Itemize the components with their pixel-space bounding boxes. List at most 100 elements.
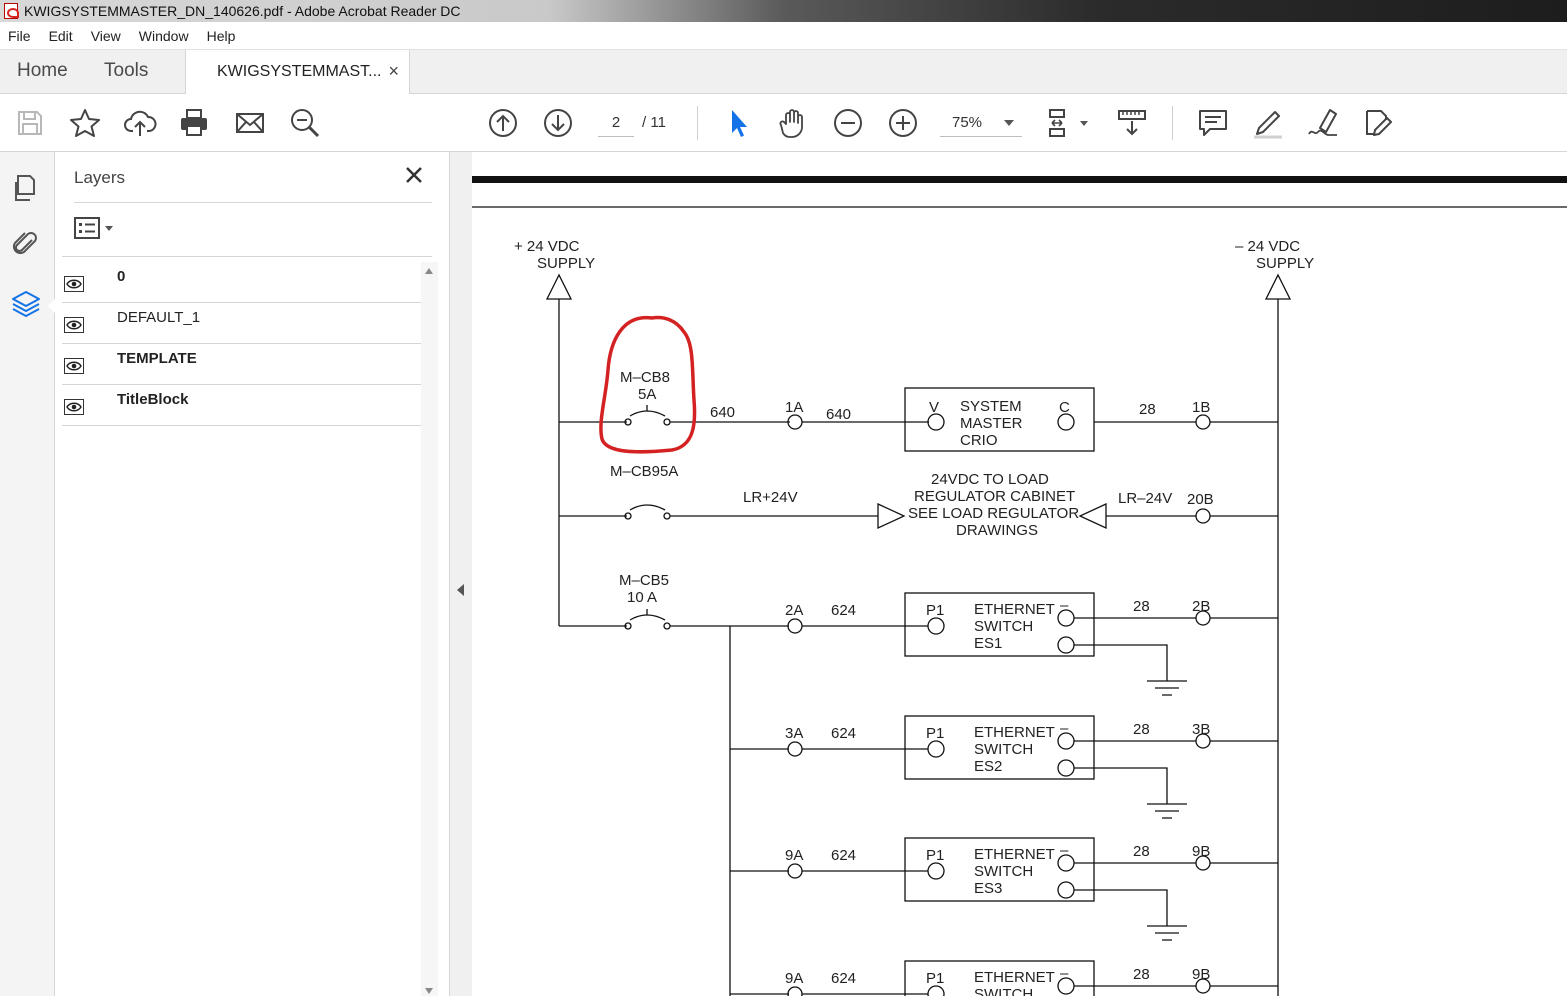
terminal-label: 9A <box>785 847 803 864</box>
menu-file[interactable]: File <box>8 28 31 44</box>
ground-symbol <box>1074 644 1187 696</box>
chevron-down-icon <box>1004 120 1014 126</box>
tab-tools[interactable]: Tools <box>104 50 148 94</box>
menu-window[interactable]: Window <box>139 28 189 44</box>
terminal-label: 9B <box>1192 966 1210 983</box>
zoom-select[interactable]: 75% <box>940 109 1022 137</box>
load-regulator-label: 24VDC TO LOAD <box>931 471 1049 488</box>
terminal <box>787 618 803 634</box>
ground-symbol <box>1074 889 1187 941</box>
sign-pen-icon[interactable] <box>1306 106 1340 140</box>
eye-visibility-icon[interactable] <box>64 399 84 415</box>
page-number-input[interactable] <box>598 109 634 137</box>
layer-list-scrollbar[interactable] <box>421 262 438 996</box>
layer-row[interactable]: TitleBlock <box>62 385 422 426</box>
switch-label: ETHERNET <box>974 601 1055 618</box>
collapse-panel-arrow-icon[interactable] <box>457 584 464 596</box>
wire-label: LR–24V <box>1118 490 1172 507</box>
layers-panel: Layers 0 DEFAULT_1 TEMPLATE TitleBlock <box>55 152 450 996</box>
zoom-in-icon[interactable] <box>886 106 920 140</box>
load-regulator-label: DRAWINGS <box>956 522 1038 539</box>
neg-supply-label: SUPPLY <box>1256 255 1314 272</box>
terminal-label: 1A <box>785 399 803 416</box>
next-page-icon[interactable] <box>541 106 575 140</box>
toolbar: / 11 75% <box>0 94 1567 152</box>
terminal-label: 2A <box>785 602 803 619</box>
switch-pin <box>927 862 945 880</box>
export-edit-icon[interactable] <box>1361 106 1395 140</box>
neg-supply-label: – 24 VDC <box>1235 238 1300 255</box>
bookmark-star-icon[interactable] <box>68 106 102 140</box>
document-view[interactable]: 2A 624 P1 ETHERNET SWITCH ES1–28 2B 3A 624 P1 ETHE… <box>472 152 1567 996</box>
wire-label: 28 <box>1139 401 1156 418</box>
eye-visibility-icon[interactable] <box>64 358 84 374</box>
attachments-paperclip-icon[interactable] <box>10 228 42 260</box>
comment-icon[interactable] <box>1196 106 1230 140</box>
find-zoom-icon[interactable] <box>288 106 322 140</box>
panel-divider <box>62 256 432 257</box>
eye-visibility-icon[interactable] <box>64 276 84 292</box>
panel-divider <box>74 202 432 203</box>
menu-view[interactable]: View <box>91 28 121 44</box>
terminal-label: 3A <box>785 725 803 742</box>
wire-label: 28 <box>1133 598 1150 615</box>
menu-help[interactable]: Help <box>207 28 236 44</box>
layer-name: TEMPLATE <box>117 350 197 367</box>
switch-pin <box>927 617 945 635</box>
wire-label: 640 <box>826 406 851 423</box>
layer-row[interactable]: 0 <box>62 262 422 303</box>
terminal-label: 2B <box>1192 598 1210 615</box>
layers-options-menu[interactable] <box>74 216 118 242</box>
page-thumbnails-icon[interactable] <box>10 172 42 204</box>
switch-label: SWITCH <box>974 863 1033 880</box>
terminal-label: 3B <box>1192 721 1210 738</box>
previous-page-icon[interactable] <box>486 106 520 140</box>
layer-row[interactable]: DEFAULT_1 <box>62 303 422 344</box>
select-cursor-icon[interactable] <box>721 106 755 140</box>
pos-supply-label: + 24 VDC <box>514 238 580 255</box>
cloud-upload-icon[interactable] <box>123 106 157 140</box>
scroll-mode-icon[interactable] <box>1115 106 1149 140</box>
email-icon[interactable] <box>233 106 267 140</box>
switch-pin <box>1057 759 1075 777</box>
save-icon[interactable] <box>13 106 47 140</box>
fit-page-icon[interactable] <box>1044 106 1092 140</box>
wire-label: 624 <box>831 602 856 619</box>
crio-label: MASTER <box>960 415 1023 432</box>
switch-pin <box>927 985 945 996</box>
load-regulator-label: REGULATOR CABINET <box>914 488 1075 505</box>
wiring-schematic: 2A 624 P1 ETHERNETSWITCHES1– 28 2B3A 624 P1 ETHE… <box>472 176 1567 996</box>
menu-edit[interactable]: Edit <box>49 28 73 44</box>
eye-visibility-icon[interactable] <box>64 317 84 333</box>
switch-pin <box>1057 636 1075 654</box>
switch-label: ES2 <box>974 758 1002 775</box>
pos-supply-label: SUPPLY <box>537 255 595 272</box>
close-tab-icon[interactable]: × <box>388 50 399 92</box>
scroll-down-arrow-icon[interactable] <box>425 988 433 994</box>
layer-list: 0 DEFAULT_1 TEMPLATE TitleBlock <box>62 262 422 426</box>
switch-pin-label: P1 <box>926 970 944 987</box>
switch-label: SWITCH <box>974 986 1033 996</box>
scroll-up-arrow-icon[interactable] <box>425 268 433 274</box>
highlight-pen-icon[interactable] <box>1251 106 1285 140</box>
layers-icon[interactable] <box>10 288 42 320</box>
switch-label: ES3 <box>974 880 1002 897</box>
zoom-out-icon[interactable] <box>831 106 865 140</box>
print-icon[interactable] <box>177 106 211 140</box>
close-panel-icon[interactable] <box>401 162 427 188</box>
toolbar-separator <box>697 106 698 140</box>
terminal-label: 9A <box>785 970 803 987</box>
layer-row[interactable]: TEMPLATE <box>62 344 422 385</box>
tab-home[interactable]: Home <box>17 50 68 94</box>
switch-pin-label: – <box>1060 597 1069 614</box>
hand-tool-icon[interactable] <box>776 106 810 140</box>
layer-name: DEFAULT_1 <box>117 309 201 326</box>
switch-pin-label: – <box>1060 720 1069 737</box>
switch-pin-label: P1 <box>926 725 944 742</box>
panel-splitter[interactable] <box>450 152 472 996</box>
switch-label: SWITCH <box>974 741 1033 758</box>
switch-pin <box>927 740 945 758</box>
tab-document[interactable]: KWIGSYSTEMMAST... × <box>185 50 410 95</box>
wire-label: 624 <box>831 970 856 987</box>
load-regulator-label: SEE LOAD REGULATOR <box>908 505 1079 522</box>
